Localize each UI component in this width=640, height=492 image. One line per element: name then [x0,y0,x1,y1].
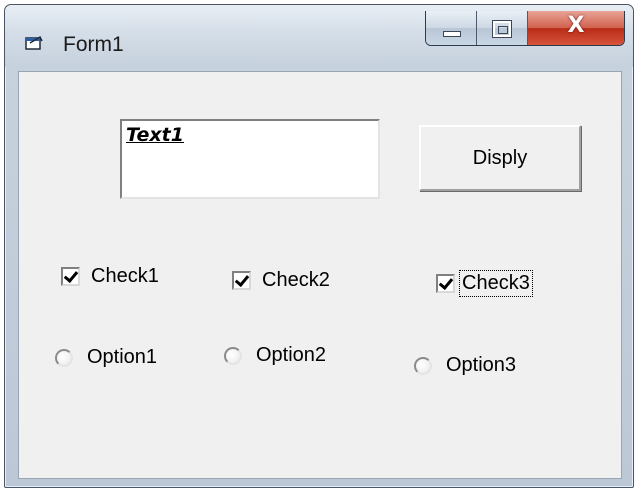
check1-checkbox[interactable]: Check1 [61,265,159,288]
form-window: Form1 X Text1 Disply Check1 Check2 Check… [4,4,634,488]
textbox-value: Text1 [126,124,184,146]
check1-label: Check1 [91,265,159,287]
checkbox-box-checked-icon[interactable] [61,267,80,286]
check3-checkbox[interactable]: Check3 [436,270,533,297]
minimize-icon [443,31,461,37]
maximize-icon [492,20,512,38]
option1-radio[interactable]: Option1 [55,346,157,369]
checkbox-box-checked-icon[interactable] [436,274,455,293]
check2-label: Check2 [262,269,330,291]
disply-button[interactable]: Disply [419,125,581,191]
radio-circle-icon[interactable] [55,348,73,367]
option2-label: Option2 [256,344,327,366]
title-bar[interactable]: Form1 X [5,5,633,67]
window-title: Form1 [63,33,124,56]
radio-circle-icon[interactable] [224,346,242,365]
close-button[interactable]: X [528,11,624,45]
check2-checkbox[interactable]: Check2 [232,269,330,292]
maximize-button[interactable] [477,11,528,45]
option2-radio[interactable]: Option2 [224,344,326,367]
close-icon: X [567,13,585,38]
option3-label: Option3 [446,354,517,376]
minimize-button[interactable] [426,11,477,45]
checkbox-box-checked-icon[interactable] [232,271,251,290]
check3-label: Check3 [459,270,533,297]
caption-buttons: X [425,11,625,46]
form-client-area: Text1 Disply Check1 Check2 Check3 Option… [18,71,622,479]
text1-textbox[interactable]: Text1 [120,119,380,199]
form-app-icon[interactable] [25,35,43,51]
radio-circle-icon[interactable] [414,356,432,375]
option3-radio[interactable]: Option3 [414,354,516,377]
option1-label: Option1 [87,346,158,368]
